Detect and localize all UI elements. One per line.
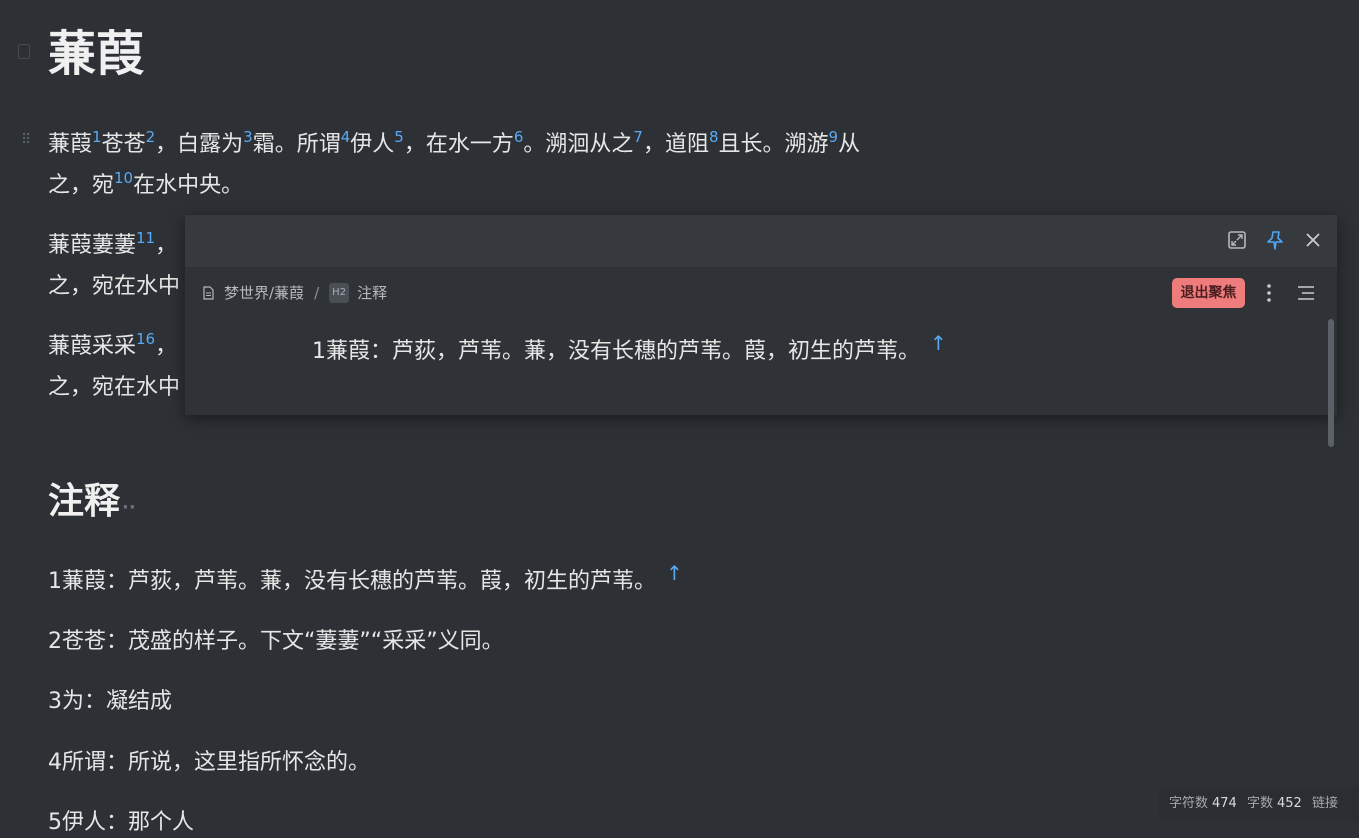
paragraph-line: 蒹葭1苍苍2，白露为3霜。所谓4伊人5，在水一方6。溯洄从之7，道阻8且长。溯游… — [48, 124, 860, 165]
breadcrumb: 梦世界/蒹葭 / H2 注释 — [203, 282, 387, 303]
note-item: 2苍苍：茂盛的样子。下文“萋萋”“采采”义同。 — [48, 627, 504, 657]
footnote-backlink[interactable]: ↑ — [666, 561, 683, 585]
note-item: 4所谓：所说，这里指所怀念的。 — [48, 748, 370, 778]
footnote-ref[interactable]: 10 — [114, 169, 133, 187]
char-count-label: 字符数 — [1169, 796, 1209, 811]
text-run: 之，宛在水中 — [48, 375, 181, 400]
footnote-ref[interactable]: 16 — [136, 330, 155, 348]
notes-heading-text: 注释 — [48, 481, 121, 522]
popup-scrollbar[interactable] — [1328, 319, 1334, 447]
footnote-ref[interactable]: 4 — [341, 128, 351, 146]
word-count-label: 字数 — [1246, 796, 1273, 811]
text-run: 蒹葭萋萋 — [48, 233, 137, 258]
note-item: 3为：凝结成 — [48, 687, 172, 717]
text-run: 之，宛在水中 — [48, 274, 181, 299]
popup-content: 1蒹葭：芦荻，芦苇。蒹，没有长穗的芦苇。葭，初生的芦苇。 ↑ — [312, 331, 947, 372]
text-run: ，道阻 — [642, 132, 709, 157]
note-item: 1蒹葭：芦荻，芦苇。蒹，没有长穗的芦苇。葭，初生的芦苇。 ↑ — [48, 561, 683, 597]
drag-handle-icon[interactable]: ⠿ — [21, 133, 31, 147]
heading-fold-indicator[interactable]: ·· — [122, 497, 136, 518]
page-title: 蒹葭 — [48, 26, 145, 82]
footnote-ref[interactable]: 9 — [829, 128, 839, 146]
footnote-backlink[interactable]: ↑ — [930, 331, 947, 355]
text-run: ， — [155, 334, 178, 359]
breadcrumb-separator: / — [314, 283, 320, 302]
footnote-ref[interactable]: 7 — [633, 128, 643, 146]
notes-heading: 注释 ·· — [48, 478, 136, 532]
text-run: 霜。所谓 — [252, 132, 341, 157]
breadcrumb-heading[interactable]: 注释 — [357, 282, 387, 303]
footnote-ref[interactable]: 8 — [709, 128, 719, 146]
text-run: ，在水一方 — [403, 132, 514, 157]
text-run: ，白露为 — [155, 132, 244, 157]
footnote-ref[interactable]: 3 — [243, 128, 253, 146]
footnote-ref[interactable]: 6 — [514, 128, 524, 146]
text-run: 。溯洄从之 — [523, 132, 634, 157]
popup-body: 梦世界/蒹葭 / H2 注释 退出聚焦 1蒹葭：芦荻，芦苇。蒹，没有长穗的芦苇。… — [185, 267, 1337, 447]
link-count-label[interactable]: 链接 — [1312, 796, 1338, 811]
char-count-value: 474 — [1212, 796, 1237, 811]
status-bar: 字符数 474 字数 452 链接 — [1159, 787, 1359, 821]
popup-note-text: 1蒹葭：芦荻，芦苇。蒹，没有长穗的芦苇。葭，初生的芦苇。 — [312, 339, 920, 364]
open-in-tab-icon[interactable] — [1226, 229, 1248, 251]
text-run: 且长。溯游 — [718, 132, 829, 157]
close-icon[interactable] — [1302, 229, 1324, 251]
paragraph-3: 蒹葭采采16， 之，宛在水中 — [48, 326, 180, 408]
text-run: 之，宛 — [48, 173, 115, 198]
note-text: 3为：凝结成 — [48, 689, 172, 714]
paragraph-line: 之，宛在水中 — [48, 266, 180, 307]
paragraph-2: 蒹葭萋萋11， 之，宛在水中 — [48, 225, 180, 307]
note-text: 2苍苍：茂盛的样子。下文“萋萋”“采采”义同。 — [48, 629, 504, 654]
text-run: ， — [155, 233, 178, 258]
footnote-ref[interactable]: 2 — [146, 128, 156, 146]
note-text: 5伊人：那个人 — [48, 810, 194, 835]
paragraph-line: 之，宛10在水中央。 — [48, 165, 860, 206]
text-run: 苍苍 — [101, 132, 146, 157]
heading-h2-icon: H2 — [329, 282, 350, 303]
text-run: 在水中央。 — [133, 173, 244, 198]
paragraph-line: 之，宛在水中 — [48, 367, 180, 408]
paragraph-line: 蒹葭采采16， — [48, 326, 180, 367]
note-text: 1蒹葭：芦荻，芦苇。蒹，没有长穗的芦苇。葭，初生的芦苇。 — [48, 569, 656, 594]
text-run: 从 — [838, 132, 861, 157]
outline-icon[interactable] — [1295, 283, 1317, 303]
more-vertical-icon[interactable] — [1259, 281, 1279, 305]
pin-icon[interactable] — [1264, 229, 1286, 251]
exit-focus-button[interactable]: 退出聚焦 — [1172, 278, 1245, 308]
paragraph-line: 蒹葭萋萋11， — [48, 225, 180, 266]
file-icon — [203, 285, 214, 300]
footnote-ref[interactable]: 5 — [394, 128, 404, 146]
note-item: 5伊人：那个人 — [48, 808, 194, 838]
paragraph-1: 蒹葭1苍苍2，白露为3霜。所谓4伊人5，在水一方6。溯洄从之7，道阻8且长。溯游… — [48, 124, 860, 206]
footnote-ref[interactable]: 11 — [136, 229, 155, 247]
footnote-preview-popup: 梦世界/蒹葭 / H2 注释 退出聚焦 1蒹葭：芦荻，芦苇。蒹，没有长穗的芦苇。… — [185, 215, 1337, 447]
text-run: 伊人 — [350, 132, 395, 157]
word-count-value: 452 — [1277, 796, 1302, 811]
breadcrumb-path[interactable]: 梦世界/蒹葭 — [224, 282, 304, 303]
file-icon — [18, 44, 30, 59]
note-text: 4所谓：所说，这里指所怀念的。 — [48, 750, 370, 775]
text-run: 蒹葭采采 — [48, 334, 137, 359]
popup-toolbar — [185, 215, 1337, 267]
footnote-ref[interactable]: 1 — [92, 128, 102, 146]
text-run: 蒹葭 — [48, 132, 93, 157]
